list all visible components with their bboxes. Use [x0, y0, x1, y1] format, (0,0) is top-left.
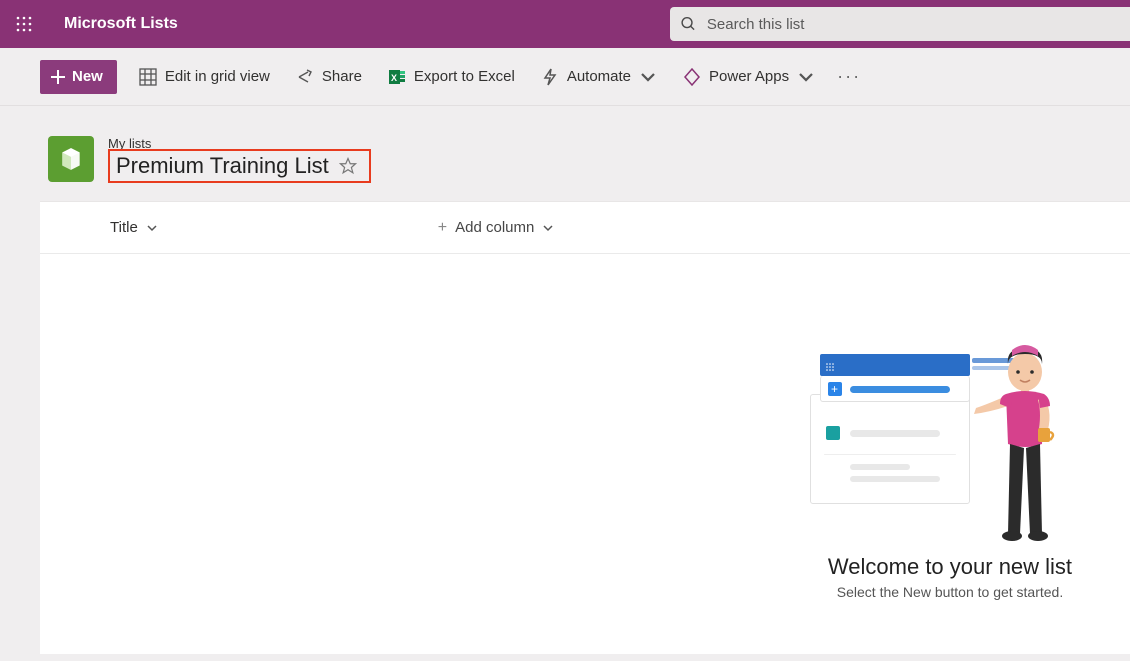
cube-icon [58, 146, 84, 172]
powerapps-icon [683, 68, 701, 86]
search-icon [680, 15, 697, 33]
column-title-label: Title [110, 219, 138, 236]
chevron-down-icon [797, 68, 815, 86]
app-title[interactable]: Microsoft Lists [64, 15, 178, 33]
command-bar: New Edit in grid view Share X Export to … [0, 48, 1130, 106]
chevron-down-icon [542, 222, 554, 234]
waffle-icon [16, 16, 32, 32]
column-header-title[interactable]: Title [110, 219, 158, 236]
list-tile-icon [48, 136, 94, 182]
list-title-highlighted: Premium Training List [108, 149, 371, 183]
list-meta: My lists Premium Training List [108, 136, 371, 183]
excel-icon: X [388, 68, 406, 86]
chevron-down-icon [639, 68, 657, 86]
plus-icon: + [438, 219, 447, 237]
app-launcher-button[interactable] [0, 0, 48, 48]
export-button[interactable]: X Export to Excel [384, 62, 519, 92]
export-label: Export to Excel [414, 68, 515, 85]
new-button[interactable]: New [40, 60, 117, 94]
new-button-label: New [72, 68, 103, 85]
plus-icon [50, 69, 66, 85]
more-commands-button[interactable]: ··· [837, 66, 861, 87]
welcome-heading: Welcome to your new list [800, 554, 1100, 580]
automate-button[interactable]: Automate [537, 62, 661, 92]
chevron-down-icon [146, 222, 158, 234]
powerapps-button[interactable]: Power Apps [679, 62, 819, 92]
edit-grid-button[interactable]: Edit in grid view [135, 62, 274, 92]
share-label: Share [322, 68, 362, 85]
suite-header: Microsoft Lists [0, 0, 1130, 48]
add-column-button[interactable]: + Add column [438, 219, 555, 237]
flow-icon [541, 68, 559, 86]
empty-state: + Welcom [40, 254, 1130, 654]
list-header: My lists Premium Training List [0, 106, 1130, 201]
edit-grid-label: Edit in grid view [165, 68, 270, 85]
welcome-subtext: Select the New button to get started. [800, 584, 1100, 600]
person-illustration [970, 344, 1080, 544]
list-title[interactable]: Premium Training List [116, 153, 329, 179]
list-grid: Title + Add column [40, 201, 1130, 254]
share-icon [296, 68, 314, 86]
search-container [670, 7, 1130, 41]
grid-icon [139, 68, 157, 86]
svg-text:X: X [391, 73, 397, 83]
empty-illustration: + [810, 344, 1090, 544]
powerapps-label: Power Apps [709, 68, 789, 85]
column-header-row: Title + Add column [40, 202, 1130, 254]
favorite-star-icon[interactable] [339, 157, 357, 175]
search-input[interactable] [707, 16, 1120, 33]
search-box[interactable] [670, 7, 1130, 41]
share-button[interactable]: Share [292, 62, 366, 92]
automate-label: Automate [567, 68, 631, 85]
add-column-label: Add column [455, 219, 534, 236]
welcome-message: Welcome to your new list Select the New … [800, 554, 1100, 600]
